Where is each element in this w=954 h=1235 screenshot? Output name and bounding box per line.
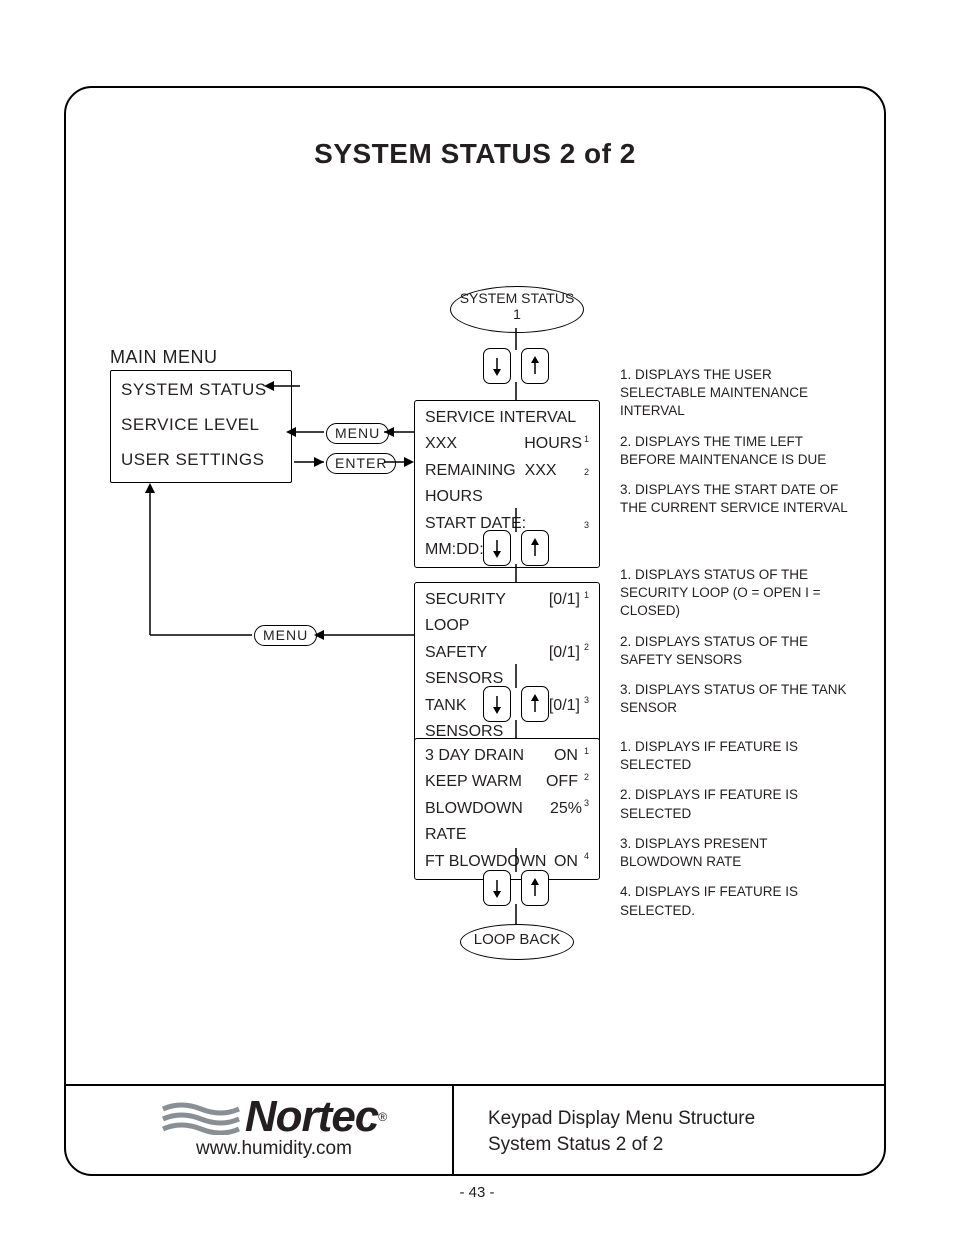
note-2-3: 3. DISPLAYS STATUS OF THE TANK SENSOR [620,681,850,717]
svc-r1-left: XXX [425,431,457,457]
connector-ellipse-to-nav [513,328,519,350]
nav-pair-3 [483,686,549,722]
footer-line2: System Status 2 of 2 [488,1132,755,1158]
note-3-4: 4. DISPLAYS IF FEATURE IS SELECTED. [620,883,850,919]
sen-r2-right: [0/1] [549,644,580,661]
feat-r2-right: OFF [546,773,578,790]
feat-r2-sup: 2 [584,772,589,782]
connector-box1-to-nav2 [513,508,519,532]
menu-item-service-level: SERVICE LEVEL [121,408,281,443]
main-menu-block: MAIN MENU SYSTEM STATUS SERVICE LEVEL US… [110,347,300,483]
sen-r1-left: SECURITY LOOP [425,587,549,640]
notes-group-2: 1. DISPLAYS STATUS OF THE SECURITY LOOP … [620,566,850,730]
sen-r3-sup: 3 [584,695,589,705]
footer-line1: Keypad Display Menu Structure [488,1106,755,1132]
svc-r2-sup: 2 [584,465,589,480]
arrow-left-to-system-status [264,379,300,393]
svc-r1-right: HOURS [524,435,582,452]
node-system-status-1-l2: 1 [451,306,583,322]
feat-r3-left: BLOWDOWN RATE [425,796,550,849]
logo-registered-icon: ® [378,1110,387,1124]
note-1-3: 3. DISPLAYS THE START DATE OF THE CURREN… [620,481,850,517]
connector-nav1-to-box1 [513,382,519,400]
feat-r4-sup: 4 [584,851,589,861]
nav-pair-1 [483,348,549,384]
nav-pair-2 [483,530,549,566]
sen-r2-left: SAFETY SENSORS [425,640,549,693]
menu-item-user-settings: USER SETTINGS [121,443,281,478]
menu-enter-arrows [286,418,416,478]
svc-r2-left: REMAINING [425,462,516,479]
notes-group-3: 1. DISPLAYS IF FEATURE IS SELECTED 2. DI… [620,738,850,932]
nav-up-1[interactable] [521,348,549,384]
screen-sensors: SECURITY LOOP [0/1] 1 SAFETY SENSORS [0/1… [414,582,600,750]
menu2-routing-arrows [132,483,422,653]
feat-r2-left: KEEP WARM [425,769,522,795]
sen-r1-sup: 1 [584,590,589,600]
connector-box3-to-nav4 [513,848,519,872]
feat-r1-sup: 1 [584,746,589,756]
page-frame: SYSTEM STATUS 2 of 2 MAIN MENU SYSTEM ST… [64,86,886,1176]
connector-nav3-to-box3 [513,720,519,738]
node-system-status-1: SYSTEM STATUS 1 [450,286,584,333]
footer: Nortec® www.humidity.com Keypad Display … [66,1084,884,1174]
svc-r1-sup: 1 [584,434,589,444]
connector-nav2-to-box2 [513,564,519,582]
note-3-2: 2. DISPLAYS IF FEATURE IS SELECTED [620,786,850,822]
node-loop-back: LOOP BACK [460,924,574,960]
connector-box2-to-nav3 [513,664,519,688]
feat-r4-right: ON [554,853,578,870]
node-system-status-1-l1: SYSTEM STATUS [451,290,583,306]
feat-r3-sup: 3 [584,798,589,808]
page-number: - 43 - [0,1184,954,1201]
connector-nav4-to-loopback [513,904,519,924]
note-2-2: 2. DISPLAYS STATUS OF THE SAFETY SENSORS [620,633,850,669]
feat-r3-right: 25% [550,800,582,817]
feat-r1-left: 3 DAY DRAIN [425,743,524,769]
screen-features: 3 DAY DRAIN ON 1 KEEP WARM OFF 2 BLOWDOWN … [414,738,600,880]
nav-up-3[interactable] [521,686,549,722]
nav-up-2[interactable] [521,530,549,566]
logo-url: www.humidity.com [124,1138,424,1160]
note-2-1: 1. DISPLAYS STATUS OF THE SECURITY LOOP … [620,566,850,621]
sen-r1-right: [0/1] [549,591,580,608]
page-title: SYSTEM STATUS 2 of 2 [66,138,884,170]
nav-down-1[interactable] [483,348,511,384]
menu-item-system-status: SYSTEM STATUS [121,373,281,408]
feat-r1-right: ON [554,747,578,764]
svc-r3-sup: 3 [584,518,589,533]
footer-caption: Keypad Display Menu Structure System Sta… [488,1106,755,1157]
nav-pair-4 [483,870,549,906]
nav-down-2[interactable] [483,530,511,566]
sen-r3-right: [0/1] [549,697,580,714]
sen-r2-sup: 2 [584,642,589,652]
nav-down-3[interactable] [483,686,511,722]
logo: Nortec® www.humidity.com [124,1092,424,1160]
nav-up-4[interactable] [521,870,549,906]
note-1-1: 1. DISPLAYS THE USER SELECTABLE MAINTENA… [620,366,850,421]
svc-title: SERVICE INTERVAL [425,405,576,431]
notes-group-1: 1. DISPLAYS THE USER SELECTABLE MAINTENA… [620,366,850,530]
main-menu-heading: MAIN MENU [110,347,300,368]
nav-down-4[interactable] [483,870,511,906]
note-3-1: 1. DISPLAYS IF FEATURE IS SELECTED [620,738,850,774]
logo-text: Nortec [245,1092,378,1142]
logo-wave-icon [161,1099,241,1135]
note-1-2: 2. DISPLAYS THE TIME LEFT BEFORE MAINTEN… [620,433,850,469]
note-3-3: 3. DISPLAYS PRESENT BLOWDOWN RATE [620,835,850,871]
